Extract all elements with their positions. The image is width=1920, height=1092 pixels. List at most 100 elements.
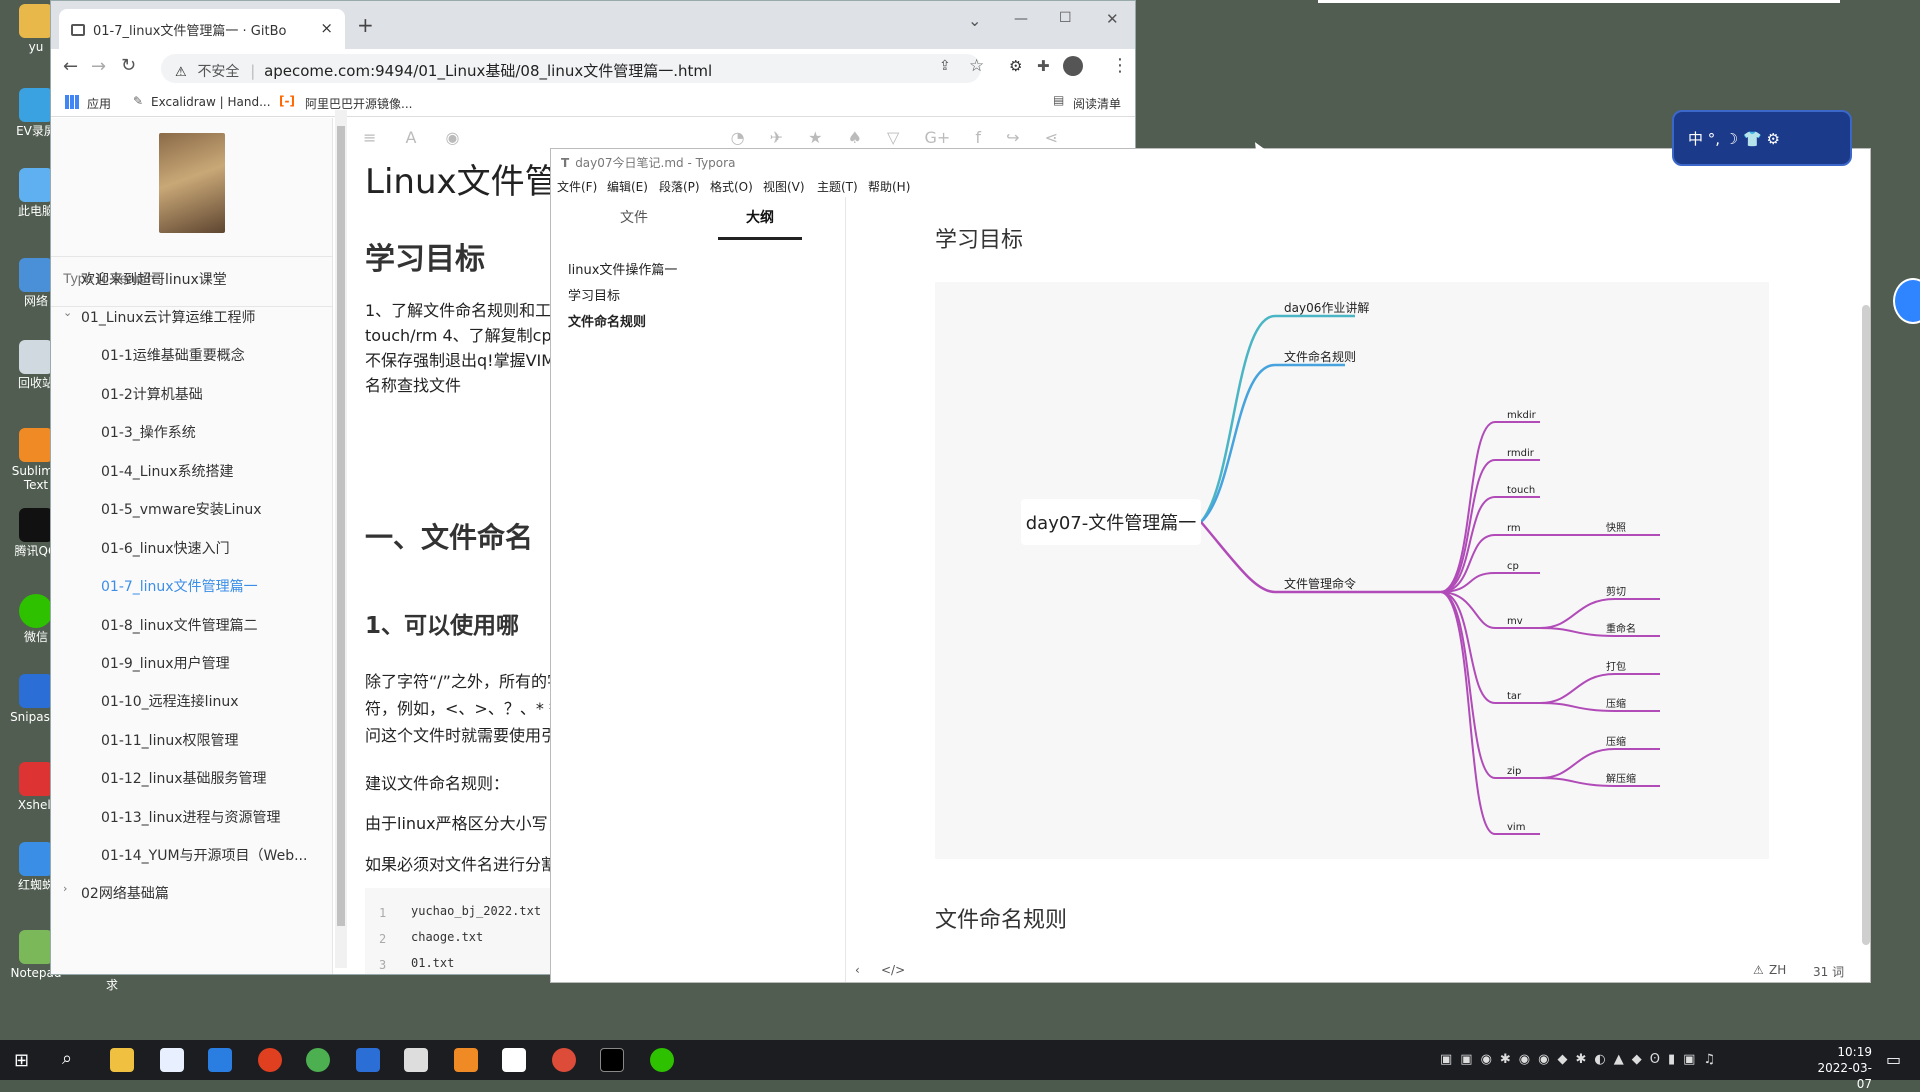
suggest-text: 建议文件命名规则： <box>365 774 510 793</box>
feishu-icon[interactable] <box>356 1048 380 1072</box>
weibo-icon[interactable]: ◔ <box>731 128 745 147</box>
toc-toggle-icon[interactable]: ≡ <box>363 128 376 147</box>
tab-strip: 01-7_linux文件管理篇一 · GitBo × + ⌄ — ☐ ✕ <box>51 1 1135 49</box>
xshell-icon <box>19 762 53 796</box>
nav-item[interactable]: 01-1运维基础重要概念 <box>101 345 245 365</box>
photos-app-icon[interactable] <box>160 1048 184 1072</box>
nav-item[interactable]: 01-5_vmware安装Linux <box>101 499 262 519</box>
notification-center-icon[interactable]: ▭ <box>1886 1050 1901 1069</box>
wechat-taskbar-icon[interactable] <box>650 1048 674 1072</box>
editor-scrollbar-thumb[interactable] <box>1862 305 1870 945</box>
font-settings-icon[interactable]: A <box>406 128 417 147</box>
outline-item[interactable]: 学习目标 <box>568 285 620 304</box>
bookmark-apps[interactable]: 应用 <box>87 95 111 112</box>
minimize-button[interactable]: — <box>1014 11 1028 27</box>
terminal-icon[interactable] <box>600 1048 624 1072</box>
typora-title: day07今日笔记.md - Typora <box>575 156 736 170</box>
typora-app-icon[interactable] <box>502 1048 526 1072</box>
back-arrow-icon[interactable]: ← <box>63 56 78 77</box>
settings-gear-icon[interactable] <box>404 1048 428 1072</box>
nav-item[interactable]: 01-3_操作系统 <box>101 422 196 442</box>
mindmap-leaf-label: 快照 <box>1606 522 1626 534</box>
menu-paragraph[interactable]: 段落(P) <box>659 178 700 195</box>
twitter-icon[interactable]: ✈ <box>770 128 783 147</box>
system-tray[interactable]: ▣▣◉✱◉◉◆✱◐▲◆ʘ▮▣♫ <box>1440 1052 1723 1067</box>
nav-item[interactable]: 01-8_linux文件管理篇二 <box>101 615 258 635</box>
tab-close-icon[interactable]: × <box>320 19 333 37</box>
qq-icon[interactable]: ♠ <box>848 128 862 147</box>
typora-window: Tday07今日笔记.md - Typora 文件(F) 编辑(E) 段落(P)… <box>550 148 1871 983</box>
facebook-icon[interactable]: f <box>975 128 981 147</box>
start-windows-icon[interactable]: ⊞ <box>14 1050 29 1071</box>
nav-item[interactable]: 01_Linux云计算运维工程师 <box>81 307 256 327</box>
screen-tool-icon[interactable] <box>454 1048 478 1072</box>
mindmap-cmd-label: cp <box>1507 561 1519 572</box>
nav-item-active[interactable]: 01-7_linux文件管理篇一 <box>101 576 258 596</box>
nav-item[interactable]: 01-2计算机基础 <box>101 384 203 404</box>
tab-search-chevron-icon[interactable]: ⌄ <box>968 11 981 30</box>
word-count[interactable]: 31 词 <box>1813 963 1844 980</box>
ime-toolbar[interactable]: 中 °, ☽ 👕 ⚙ <box>1672 110 1852 166</box>
forward-arrow-icon[interactable]: → <box>91 56 106 77</box>
file-explorer-icon[interactable] <box>110 1048 134 1072</box>
outline-item-active[interactable]: 文件命名规则 <box>568 311 646 330</box>
sidebar-scrollbar[interactable] <box>335 110 347 968</box>
puzzle-extensions-icon[interactable]: ✚ <box>1037 57 1050 75</box>
reload-icon[interactable]: ↻ <box>121 55 136 76</box>
bookmark-aliyun[interactable]: 阿里巴巴开源镜像... <box>305 95 412 112</box>
maximize-button[interactable]: ☐ <box>1059 10 1072 26</box>
star-icon[interactable]: ★ <box>808 128 822 147</box>
google-plus-icon[interactable]: G+ <box>924 128 950 147</box>
floating-assistant-icon[interactable] <box>1893 278 1920 324</box>
share-nodes-icon[interactable]: ⋖ <box>1045 128 1058 147</box>
nav-item[interactable]: 02网络基础篇 <box>81 883 169 903</box>
nav-item[interactable]: 01-10_远程连接linux <box>101 691 239 711</box>
tab-files[interactable]: 文件 <box>620 207 648 227</box>
nav-item[interactable]: 01-14_YUM与开源项目（Web... <box>101 845 307 865</box>
nav-item[interactable]: 01-4_Linux系统搭建 <box>101 461 234 481</box>
typora-editor: 学习目标 day07-文件管理篇一 day06作业讲解 文件命名规则 文件管理命… <box>847 197 1870 982</box>
menu-help[interactable]: 帮助(H) <box>868 178 910 195</box>
nav-item[interactable]: 欢迎来到超哥linux课堂 <box>81 269 227 289</box>
extension-icon[interactable]: ⚙ <box>1009 57 1022 75</box>
address-bar[interactable]: ⚠ 不安全 | apecome.com:9494/01_Linux基础/08_l… <box>161 54 981 83</box>
profile-avatar-icon[interactable] <box>1063 56 1083 76</box>
menu-file[interactable]: 文件(F) <box>557 178 597 195</box>
chrome-icon[interactable] <box>306 1048 330 1072</box>
spellcheck-language[interactable]: ZH <box>1769 963 1786 977</box>
chevron-down-icon[interactable]: ⌄ <box>63 306 72 319</box>
search-icon[interactable]: ⌕ <box>62 1048 72 1069</box>
nav-item[interactable]: 01-9_linux用户管理 <box>101 653 230 673</box>
eye-icon[interactable]: ◉ <box>446 128 460 147</box>
close-window-button[interactable]: ✕ <box>1106 10 1119 28</box>
outline-item[interactable]: linux文件操作篇一 <box>568 259 677 278</box>
menu-edit[interactable]: 编辑(E) <box>607 178 648 195</box>
menu-theme[interactable]: 主题(T) <box>817 178 858 195</box>
menu-format[interactable]: 格式(O) <box>710 178 753 195</box>
tab-outline[interactable]: 大纲 <box>746 207 774 227</box>
mindmap-leaf-label: 打包 <box>1606 660 1626 673</box>
nav-item[interactable]: 01-13_linux进程与资源管理 <box>101 807 281 827</box>
share-icon[interactable]: ⇪ <box>939 58 951 74</box>
toggle-sidebar-chevron-icon[interactable]: ‹ <box>855 963 860 977</box>
new-tab-button[interactable]: + <box>357 13 374 37</box>
clock[interactable]: 10:19 2022-03-07 <box>1812 1044 1872 1092</box>
source-code-mode-icon[interactable]: </> <box>881 963 905 977</box>
weibo-app-icon[interactable] <box>258 1048 282 1072</box>
microsoft-store-icon[interactable] <box>208 1048 232 1072</box>
chevron-right-icon[interactable]: › <box>63 882 67 895</box>
forward-share-icon[interactable]: ↪ <box>1006 128 1019 147</box>
menu-view[interactable]: 视图(V) <box>763 178 805 195</box>
heading-section-1: 一、文件命名 <box>365 521 534 554</box>
sidebar-scrollbar-thumb[interactable] <box>337 126 345 926</box>
pocket-icon[interactable]: ▽ <box>887 128 899 147</box>
nav-item[interactable]: 01-12_linux基础服务管理 <box>101 768 267 788</box>
chrome-second-icon[interactable] <box>552 1048 576 1072</box>
bookmark-excalidraw[interactable]: Excalidraw | Hand... <box>151 95 271 109</box>
nav-item[interactable]: 01-6_linux快速入门 <box>101 538 230 558</box>
reading-list-button[interactable]: 阅读清单 <box>1073 95 1121 112</box>
menu-kebab-icon[interactable]: ⋮ <box>1111 55 1129 76</box>
nav-item[interactable]: 01-11_linux权限管理 <box>101 730 239 750</box>
browser-tab-active[interactable]: 01-7_linux文件管理篇一 · GitBo × <box>59 9 345 49</box>
bookmark-star-icon[interactable]: ☆ <box>969 56 984 76</box>
